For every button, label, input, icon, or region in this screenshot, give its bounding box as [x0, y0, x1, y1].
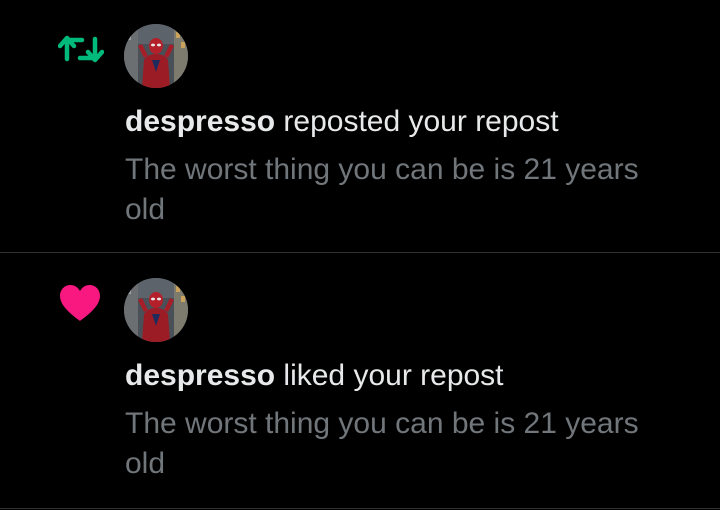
username-link[interactable]: despresso: [125, 359, 275, 392]
username-link[interactable]: despresso: [125, 105, 275, 138]
notifications-feed: despresso reposted your repost The worst…: [0, 0, 720, 510]
notification-headline: despresso liked your repost: [125, 358, 504, 394]
notification-headline: despresso reposted your repost: [125, 104, 559, 140]
post-preview-text[interactable]: The worst thing you can be is 21 years o…: [125, 404, 685, 484]
notification-like[interactable]: despresso liked your repost The worst th…: [0, 254, 720, 509]
heart-icon: [58, 283, 102, 323]
notification-repost[interactable]: despresso reposted your repost The worst…: [0, 0, 720, 253]
avatar[interactable]: [124, 24, 188, 88]
avatar[interactable]: [124, 278, 188, 342]
action-text: reposted your repost: [275, 105, 559, 138]
repost-icon: [57, 32, 105, 66]
action-text: liked your repost: [275, 359, 504, 392]
post-preview-text[interactable]: The worst thing you can be is 21 years o…: [125, 150, 685, 230]
